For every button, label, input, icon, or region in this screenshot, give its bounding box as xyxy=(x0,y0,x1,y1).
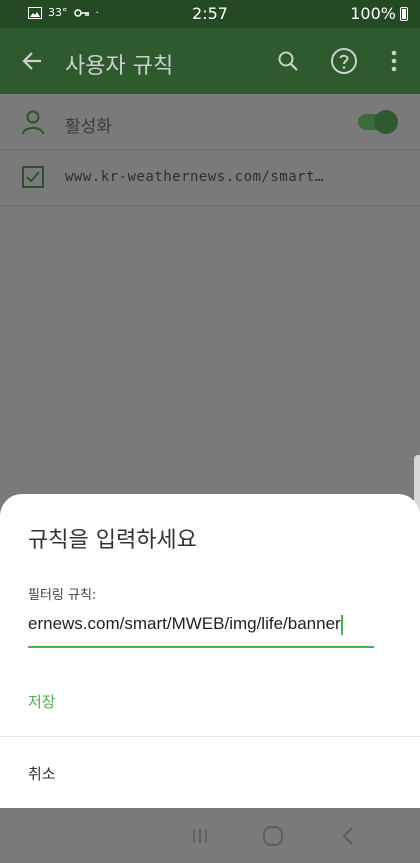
divider xyxy=(0,736,420,737)
home-icon[interactable] xyxy=(258,822,288,850)
back-arrow-icon[interactable] xyxy=(18,47,46,75)
cancel-button[interactable]: 취소 xyxy=(28,763,56,784)
checkmark-icon xyxy=(26,171,40,183)
dialog-title: 규칙을 입력하세요 xyxy=(28,528,197,553)
recent-apps-icon[interactable] xyxy=(185,822,215,850)
enable-row[interactable]: 활성화 xyxy=(0,94,420,150)
rules-list: 활성화 www.kr-weathernews.com/smart… xyxy=(0,94,420,494)
battery-icon xyxy=(400,6,408,21)
page-title: 사용자 규칙 xyxy=(65,54,174,79)
search-icon[interactable] xyxy=(274,47,302,75)
save-button[interactable]: 저장 xyxy=(28,691,56,712)
rule-url: www.kr-weathernews.com/smart… xyxy=(65,169,324,185)
status-right: 100% xyxy=(350,4,408,23)
person-icon xyxy=(22,110,44,135)
app-bar: 사용자 규칙 xyxy=(0,28,420,94)
help-icon[interactable] xyxy=(330,47,358,75)
enable-label: 활성화 xyxy=(65,117,112,137)
rule-row[interactable]: www.kr-weathernews.com/smart… xyxy=(0,150,420,206)
toggle-knob xyxy=(374,110,398,134)
navigation-bar xyxy=(0,808,420,863)
filter-rule-value: ernews.com/smart/MWEB/img/life/banner xyxy=(28,614,341,633)
filter-rule-input[interactable]: ernews.com/smart/MWEB/img/life/banner xyxy=(28,614,374,648)
more-options-icon[interactable] xyxy=(380,47,408,75)
back-icon[interactable] xyxy=(333,822,363,850)
battery-percent: 100% xyxy=(350,4,396,23)
status-bar: 33° · 2:57 100% xyxy=(0,0,420,28)
text-cursor xyxy=(340,614,343,635)
rule-input-dialog: 규칙을 입력하세요 필터링 규칙: ernews.com/smart/MWEB/… xyxy=(0,494,420,808)
enable-toggle[interactable] xyxy=(358,110,398,134)
rule-checkbox[interactable] xyxy=(22,166,44,188)
filter-rule-label: 필터링 규칙: xyxy=(28,588,97,603)
